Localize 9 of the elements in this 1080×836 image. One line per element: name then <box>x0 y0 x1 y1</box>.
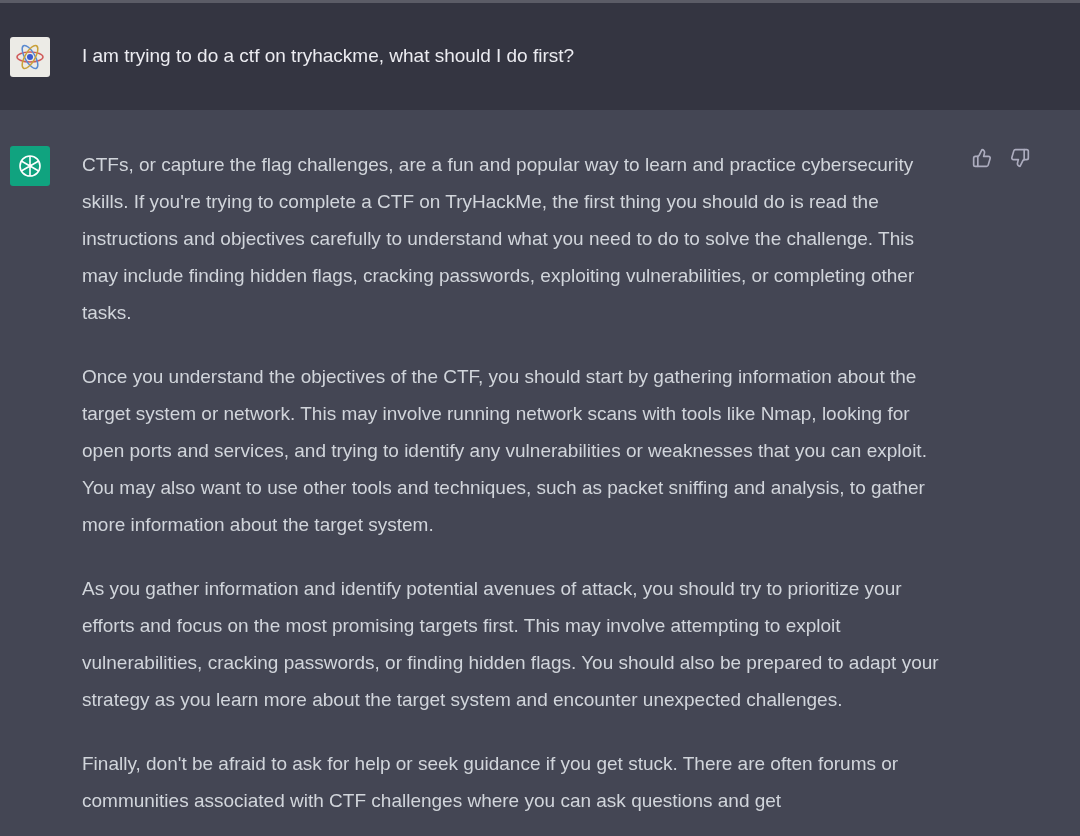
thumbs-down-button[interactable] <box>1010 148 1030 168</box>
response-paragraph: Finally, don't be afraid to ask for help or seek guidance if you get stuck. There are often forums or communities associated with CTF challenges where you can ask questions and get <box>82 752 900 813</box>
thumbs-up-icon <box>972 148 992 168</box>
thumbs-up-button[interactable] <box>972 148 992 168</box>
response-paragraph: Once you understand the objectives of the CTF, you should start by gathering information about the target system or network. This may involve running network scans with tools like Nmap, looking for open ports and services, and trying to identify any vulnerabilities or weaknesses that you can exploit. You may also want to use other tools and techniques, such as packet sniffing and analysis, to gather more information about the target system. <box>82 365 928 537</box>
user-message-text: I am trying to do a ctf on tryhackme, what should I do first? <box>82 44 575 69</box>
thumbs-down-icon <box>1010 148 1030 168</box>
response-paragraph: As you gather information and identify potential avenues of attack, you should try to prioritize your efforts and focus on the most promising targets first. This may involve attempting to exploit vulnerabilities, cracking passwords, or finding hidden flags. You should also be prepared to adapt your strategy as you learn more about the target system and encounter unexpected challenges. <box>82 577 940 712</box>
response-paragraph: CTFs, or capture the flag challenges, are a fun and popular way to learn and practice cybersecurity skills. If you're trying to complete a CTF on TryHackMe, the first thing you should do is read the instructions and objectives carefully to understand what you need to do to solve the challenge. This may include finding hidden flags, cracking passwords, exploiting vulnerabilities, or completing other tasks. <box>82 153 916 325</box>
